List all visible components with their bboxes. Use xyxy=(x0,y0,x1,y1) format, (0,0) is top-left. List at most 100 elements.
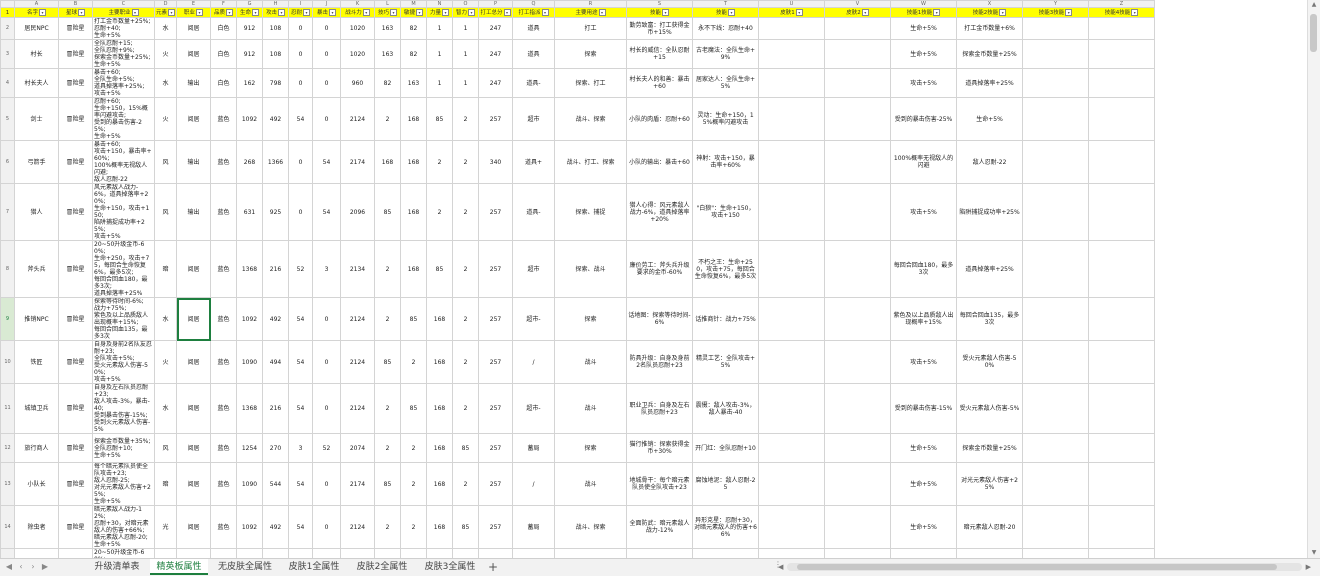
cell[interactable]: 0 xyxy=(312,462,341,506)
cell[interactable]: 2 xyxy=(374,97,401,141)
cell[interactable]: 0 xyxy=(312,297,341,341)
cell[interactable]: 冒险星 xyxy=(58,548,93,558)
cell[interactable]: 受火元素敌人伤害-50% xyxy=(956,340,1023,384)
column-header[interactable]: 技能3技能 ▾ xyxy=(1022,7,1089,18)
cell[interactable]: 探索、战斗 xyxy=(554,240,627,298)
filter-dropdown-icon[interactable]: ▾ xyxy=(303,8,310,16)
cell[interactable]: 1020 xyxy=(340,39,375,69)
cell[interactable]: 0 xyxy=(288,17,313,40)
cell[interactable]: / xyxy=(512,340,555,384)
filter-dropdown-icon[interactable]: ▾ xyxy=(362,8,370,16)
cell[interactable]: 2 xyxy=(374,433,401,463)
filter-dropdown-icon[interactable]: ▾ xyxy=(168,8,176,16)
cell[interactable] xyxy=(1022,68,1089,98)
cell[interactable]: 暗元素敌人战力-12%; 忍耐+30，对暗元素敌人的伤害+66%; 暗元素敌人忍… xyxy=(92,505,155,549)
cell[interactable]: 168 xyxy=(426,433,453,463)
cell[interactable] xyxy=(1088,39,1155,69)
cell[interactable]: 268 xyxy=(236,140,263,184)
cell[interactable]: 蓝色 xyxy=(210,548,237,558)
cell[interactable]: 攻击时无视敌人75%忍耐 xyxy=(956,548,1023,558)
cell[interactable]: 猎人 xyxy=(14,183,59,241)
prev-sheet-icon[interactable]: ‹ xyxy=(16,562,26,572)
filter-dropdown-icon[interactable]: ▾ xyxy=(1065,8,1073,16)
horizontal-scrollbar[interactable]: ◀ ▶ xyxy=(778,563,1311,571)
cell[interactable]: 268 xyxy=(236,548,263,558)
cell[interactable]: 道具 xyxy=(512,39,555,69)
cell[interactable]: 阅居 xyxy=(176,240,211,298)
cell[interactable]: 输出 xyxy=(176,183,211,241)
cell[interactable]: 探索、打工 xyxy=(554,68,627,98)
cell[interactable]: 85 xyxy=(374,462,401,506)
column-header[interactable]: 智力 ▾ xyxy=(452,7,479,18)
cell[interactable]: 猫行推销：探索获得金币+30% xyxy=(626,433,693,463)
cell[interactable]: 0 xyxy=(312,505,341,549)
cell[interactable] xyxy=(1022,340,1089,384)
cell[interactable]: 0 xyxy=(312,97,341,141)
cell[interactable]: 0 xyxy=(288,39,313,69)
cell[interactable] xyxy=(758,548,825,558)
cell[interactable]: 2 xyxy=(400,462,427,506)
tab-5[interactable]: 皮肤3全属性 xyxy=(418,559,482,575)
cell[interactable]: 话推商针：战力+75% xyxy=(692,297,759,341)
cell[interactable]: 340 xyxy=(478,140,513,184)
column-letter[interactable]: T xyxy=(692,0,759,8)
row-number[interactable]: 6 xyxy=(0,140,15,184)
column-header[interactable]: 品质 ▾ xyxy=(210,7,237,18)
column-header[interactable]: 皮肤1 ▾ xyxy=(758,7,825,18)
cell[interactable]: 基改数据：异虫萌格升级要求的金币-60% xyxy=(626,548,693,558)
cell[interactable]: 3 xyxy=(312,240,341,298)
cell[interactable]: 108 xyxy=(262,39,289,69)
cell[interactable]: 1 xyxy=(426,39,453,69)
row-number[interactable]: 2 xyxy=(0,17,15,40)
cell[interactable] xyxy=(824,240,891,298)
cell[interactable]: 85 xyxy=(400,297,427,341)
cell[interactable] xyxy=(1022,183,1089,241)
filter-dropdown-icon[interactable]: ▾ xyxy=(131,8,139,16)
cell[interactable]: 1 xyxy=(426,17,453,40)
cell[interactable] xyxy=(1022,383,1089,434)
cell[interactable]: 1366 xyxy=(262,140,289,184)
cell[interactable]: 247 xyxy=(478,39,513,69)
cell[interactable]: 阅居 xyxy=(176,39,211,69)
column-header[interactable]: 打工总分 ▾ xyxy=(478,7,513,18)
scroll-right-icon[interactable]: ▶ xyxy=(1306,562,1311,572)
cell[interactable] xyxy=(824,340,891,384)
cell[interactable]: 20~50升级金币-60%; 攻击+150，33%概率闪避攻击; 攻击时无视敌人… xyxy=(92,548,155,558)
cell[interactable]: 风 xyxy=(154,140,177,184)
row-number[interactable]: 12 xyxy=(0,433,15,463)
cell[interactable]: 2 xyxy=(452,383,479,434)
filter-dropdown-icon[interactable]: ▾ xyxy=(861,8,869,16)
column-header[interactable]: 技能1技能 ▾ xyxy=(890,7,957,18)
cell[interactable]: 2096 xyxy=(340,183,375,241)
cell[interactable] xyxy=(758,433,825,463)
cell[interactable]: 2174 xyxy=(340,548,375,558)
column-letter[interactable]: S xyxy=(626,0,693,8)
cell[interactable]: 2074 xyxy=(340,433,375,463)
column-header[interactable]: 技能2技能 ▾ xyxy=(956,7,1023,18)
cell[interactable] xyxy=(1022,297,1089,341)
cell[interactable] xyxy=(1088,462,1155,506)
cell[interactable]: 村长夫人 xyxy=(14,68,59,98)
cell[interactable]: 战斗 xyxy=(554,462,627,506)
cell[interactable]: 1020 xyxy=(340,17,375,40)
cell[interactable] xyxy=(758,297,825,341)
cell[interactable]: 82 xyxy=(400,39,427,69)
cell[interactable] xyxy=(1088,240,1155,298)
filter-dropdown-icon[interactable]: ▾ xyxy=(252,8,259,16)
cell[interactable]: 小队的肉盾：忍耐+60 xyxy=(626,97,693,141)
cell[interactable]: 168 xyxy=(426,383,453,434)
cell[interactable]: 82 xyxy=(374,68,401,98)
cell[interactable]: 攻击+5% xyxy=(890,68,957,98)
add-sheet-button[interactable]: + xyxy=(487,559,499,575)
column-header[interactable]: 元素 ▾ xyxy=(154,7,177,18)
cell[interactable]: 道具掉落率+25% xyxy=(956,240,1023,298)
cell[interactable]: 冒险星 xyxy=(58,505,93,549)
cell[interactable] xyxy=(1088,183,1155,241)
cell[interactable]: 1366 xyxy=(262,548,289,558)
row-number[interactable]: 10 xyxy=(0,340,15,384)
cell[interactable]: 战斗、打工、探索 xyxy=(554,140,627,184)
cell[interactable]: 蓝色 xyxy=(210,462,237,506)
cell[interactable]: 270 xyxy=(262,433,289,463)
filter-dropdown-icon[interactable]: ▾ xyxy=(1131,8,1139,16)
cell[interactable]: 暴击+60; 攻击+150，暴击率+60%; 100%概率无视敌人闪避; 敌人忍… xyxy=(92,140,155,184)
